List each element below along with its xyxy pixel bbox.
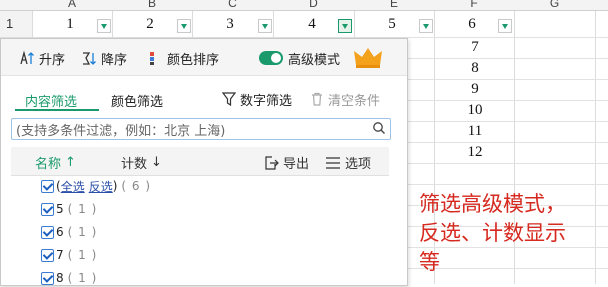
select-all-link[interactable]: 全选 — [61, 178, 85, 195]
cell-f3[interactable]: 8 — [440, 60, 510, 77]
sort-asc-label: 升序 — [39, 52, 66, 68]
header-cell-d[interactable]: 4 — [282, 16, 342, 36]
arrow-up-icon: ↑ — [65, 155, 76, 170]
advanced-mode-toggle[interactable]: 高级模式 — [259, 48, 340, 68]
annotation-line: 等 — [419, 250, 440, 274]
filter-funnel-icon — [221, 92, 237, 107]
column-header-a[interactable]: A — [32, 0, 112, 10]
number-filter-label: 数字筛选 — [240, 93, 293, 109]
invert-selection-link[interactable]: 反选 — [89, 178, 113, 195]
filter-dropdown-f[interactable] — [498, 19, 512, 33]
column-header-bar: A B C D E F G — [0, 0, 608, 11]
color-sort-icon — [150, 52, 154, 65]
header-cell-f[interactable]: 6 — [442, 16, 502, 36]
count-column-label: 计数 — [121, 157, 148, 172]
tab-active-indicator — [15, 109, 99, 111]
filter-dropdown-d[interactable] — [338, 19, 352, 33]
filter-dropdown-e[interactable] — [419, 19, 433, 33]
crown-icon — [354, 48, 382, 68]
list-item[interactable]: 6 ( 1 ) — [41, 223, 97, 241]
clear-conditions-button[interactable]: 清空条件 — [309, 89, 380, 109]
checkbox[interactable] — [41, 202, 54, 216]
annotation-text: 筛选高级模式， 反选、计数显示 等 — [419, 190, 604, 277]
filter-dropdown-b[interactable] — [177, 19, 191, 33]
color-sort-label: 颜色排序 — [167, 52, 220, 68]
annotation-line: 筛选高级模式， — [419, 192, 566, 216]
number-filter-button[interactable]: 数字筛选 — [221, 89, 292, 109]
sort-by-name-button[interactable]: 名称 ↑ — [35, 153, 76, 172]
column-header-c[interactable]: C — [192, 0, 273, 10]
tab-content-filter[interactable]: 内容筛选 — [25, 91, 77, 110]
checkbox[interactable] — [41, 179, 54, 193]
checkbox[interactable] — [41, 271, 54, 285]
arrow-down-icon: ↓ — [151, 155, 162, 170]
list-item[interactable]: 8 ( 1 ) — [41, 269, 97, 287]
name-column-label: 名称 — [35, 157, 62, 172]
list-item-select-all[interactable]: ( 全选 反选 ) ( 6 ) — [41, 177, 151, 195]
sort-asc-icon — [20, 50, 34, 65]
sort-desc-icon — [83, 52, 96, 65]
column-header-g[interactable]: G — [514, 0, 595, 10]
column-header-b[interactable]: B — [112, 0, 192, 10]
toggle-switch[interactable] — [259, 51, 283, 65]
trash-icon — [312, 92, 322, 106]
cell-f7[interactable]: 12 — [440, 144, 510, 161]
list-header: 名称 ↑ 计数 ↓ 导出 选项 — [11, 147, 389, 176]
item-label: 8 — [56, 271, 64, 285]
header-cell-e[interactable]: 5 — [362, 16, 422, 36]
options-label: 选项 — [345, 157, 372, 172]
cell-f5[interactable]: 10 — [440, 102, 510, 119]
item-label: 7 — [56, 248, 64, 262]
item-count: ( 1 ) — [67, 225, 98, 239]
cell-f6[interactable]: 11 — [440, 123, 510, 140]
clear-conditions-label: 清空条件 — [328, 93, 381, 109]
menu-icon — [326, 156, 340, 169]
row-header-1[interactable]: 1 — [0, 16, 38, 31]
column-header-e[interactable]: E — [354, 0, 434, 10]
search-placeholder: (支持多条件过滤，例如：北京 上海) — [16, 124, 226, 139]
item-label: 5 — [56, 202, 64, 216]
checkbox[interactable] — [41, 225, 54, 239]
filter-dropdown-a[interactable] — [97, 19, 111, 33]
checkbox[interactable] — [41, 248, 54, 262]
filter-dropdown-c[interactable] — [258, 19, 272, 33]
sort-desc-label: 降序 — [101, 52, 128, 68]
item-count: ( 1 ) — [67, 271, 98, 285]
export-button[interactable]: 导出 — [263, 153, 309, 172]
advanced-mode-label: 高级模式 — [288, 52, 341, 68]
value-list: ( 全选 反选 ) ( 6 ) 5 ( 1 ) 6 ( 1 ) 7 ( 1 ) … — [11, 177, 389, 287]
paren-close: ) — [112, 179, 118, 193]
filter-toolbar: 升序 降序 颜色排序 高级模式 — [1, 39, 407, 76]
header-cell-c[interactable]: 3 — [200, 16, 260, 36]
tab-color-filter[interactable]: 颜色筛选 — [111, 91, 163, 110]
header-cell-a[interactable]: 1 — [40, 16, 100, 36]
cell-f2[interactable]: 7 — [440, 39, 510, 56]
item-count: ( 1 ) — [67, 248, 98, 262]
filter-panel: 升序 降序 颜色排序 高级模式 内容筛选 颜色筛选 数字筛选 清空条件 (支持多… — [0, 38, 408, 286]
options-button[interactable]: 选项 — [325, 153, 371, 172]
color-sort-button[interactable]: 颜色排序 — [147, 48, 219, 68]
cell-f4[interactable]: 9 — [440, 81, 510, 98]
column-header-d[interactable]: D — [273, 0, 354, 10]
list-item[interactable]: 7 ( 1 ) — [41, 246, 97, 264]
annotation-line: 反选、计数显示 — [419, 221, 566, 245]
export-label: 导出 — [283, 157, 310, 172]
item-label: 6 — [56, 225, 64, 239]
sort-desc-button[interactable]: 降序 — [81, 48, 127, 68]
sort-by-count-button[interactable]: 计数 ↓ — [121, 153, 162, 172]
item-count: ( 6 ) — [121, 179, 152, 193]
list-item[interactable]: 5 ( 1 ) — [41, 200, 97, 218]
search-icon[interactable] — [372, 121, 386, 135]
header-cell-b[interactable]: 2 — [120, 16, 180, 36]
item-count: ( 1 ) — [67, 202, 98, 216]
export-icon — [265, 155, 279, 170]
search-input[interactable]: (支持多条件过滤，例如：北京 上海) — [11, 118, 391, 140]
column-header-f[interactable]: F — [434, 0, 514, 10]
sort-asc-button[interactable]: 升序 — [19, 48, 65, 68]
